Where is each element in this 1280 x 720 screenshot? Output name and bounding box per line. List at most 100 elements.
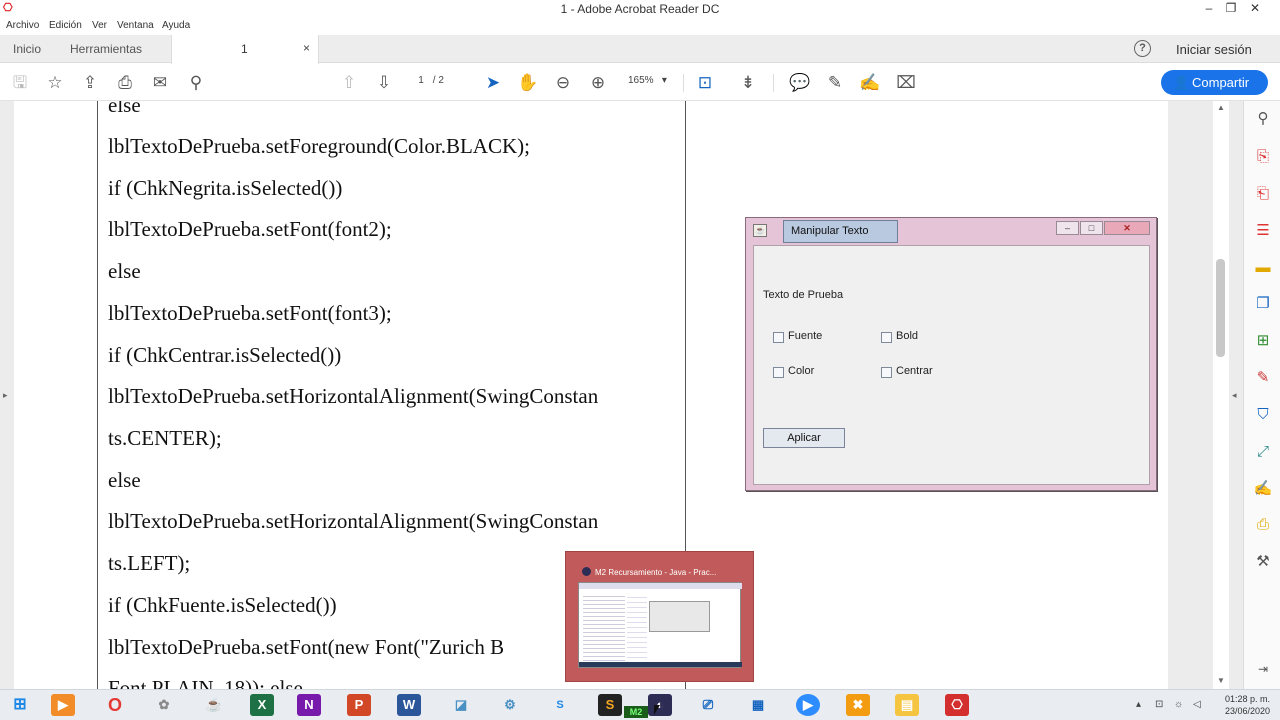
close-tab-icon[interactable]: × bbox=[303, 41, 310, 55]
share-button[interactable]: 👤 Compartir bbox=[1161, 70, 1268, 95]
thumb-code bbox=[583, 593, 625, 663]
java-app-icon[interactable]: ☕ bbox=[202, 694, 226, 716]
calculator-icon[interactable]: ▦ bbox=[746, 694, 770, 716]
zoom-select[interactable]: 165% ▾ bbox=[628, 75, 667, 86]
code-line: ts.LEFT); bbox=[108, 551, 191, 575]
combine-files-icon[interactable]: ❐ bbox=[1253, 294, 1273, 314]
volume-icon[interactable]: ◁ bbox=[1193, 699, 1201, 710]
sublime-icon[interactable]: S bbox=[598, 694, 622, 716]
minimize-button[interactable]: – bbox=[1198, 0, 1220, 18]
java-close-icon: ✕ bbox=[1104, 221, 1150, 235]
eclipse-taskbar-icon[interactable]: ◐ bbox=[648, 694, 672, 716]
tab-herramientas[interactable]: Herramientas bbox=[70, 42, 142, 56]
page-current[interactable]: 1 bbox=[412, 75, 430, 86]
fill-sign-icon[interactable]: ⌧ bbox=[895, 72, 917, 94]
collapse-panel-icon[interactable]: ⇥ bbox=[1253, 659, 1273, 679]
export-pdf-icon[interactable]: ⎗ bbox=[1253, 184, 1273, 204]
settings-tool-icon[interactable]: ⚙ bbox=[498, 694, 522, 716]
optimize-icon[interactable]: ⤢ bbox=[1253, 442, 1273, 462]
xampp-icon[interactable]: ✖ bbox=[846, 694, 870, 716]
edit-pdf-icon[interactable]: ⊞ bbox=[1253, 331, 1273, 351]
fuente-label: Fuente bbox=[788, 330, 823, 342]
preview-title-text: M2 Recursamiento - Java - Prac... bbox=[595, 568, 717, 577]
scroll-thumb[interactable] bbox=[1216, 259, 1225, 357]
clock-time: 01:28 p. m. bbox=[1224, 694, 1270, 704]
mouse-cursor bbox=[654, 705, 660, 715]
right-panel-toggle-icon[interactable]: ◂ bbox=[1232, 390, 1237, 401]
upload-icon[interactable]: ⇪ bbox=[79, 72, 101, 94]
network-tray-icon[interactable]: ⊡ bbox=[1155, 699, 1163, 710]
sign-in-link[interactable]: Iniciar sesión bbox=[1176, 42, 1252, 57]
restore-button[interactable]: ❐ bbox=[1220, 0, 1242, 18]
thumb-taskbar bbox=[579, 662, 742, 667]
wifi-icon[interactable]: ☼ bbox=[1174, 699, 1183, 710]
vertical-scrollbar[interactable]: ▲ ▼ bbox=[1213, 101, 1229, 689]
snagit-icon[interactable]: S bbox=[548, 694, 572, 716]
acrobat-taskbar-icon[interactable]: ⎔ bbox=[945, 694, 969, 716]
hand-tool-icon[interactable]: ✋ bbox=[517, 72, 539, 94]
menu-edicion[interactable]: Edición bbox=[49, 20, 82, 31]
help-icon[interactable]: ? bbox=[1134, 40, 1151, 57]
scroll-up-icon[interactable]: ▲ bbox=[1217, 103, 1225, 112]
code-line: ts.CENTER); bbox=[108, 426, 222, 450]
comment-tool-icon[interactable]: ▬ bbox=[1253, 258, 1273, 278]
protect-icon[interactable]: ⛉ bbox=[1253, 405, 1273, 425]
menu-ventana[interactable]: Ventana bbox=[117, 20, 154, 31]
system-clock[interactable]: 01:28 p. m. 23/06/2020 bbox=[1214, 693, 1270, 717]
left-panel-toggle-icon[interactable]: ▸ bbox=[3, 390, 8, 401]
notepad-icon[interactable]: ◪ bbox=[449, 694, 473, 716]
send-file-icon[interactable]: ⎙ bbox=[1253, 515, 1273, 535]
zoom-tool-icon[interactable]: ⚲ bbox=[1253, 109, 1273, 129]
scroll-down-icon[interactable]: ▼ bbox=[1217, 676, 1225, 685]
java-minimize-icon: – bbox=[1056, 221, 1079, 235]
network-icon[interactable]: ⎚ bbox=[696, 694, 720, 716]
code-line: lblTextoDePrueba.setHorizontalAlignment(… bbox=[108, 509, 599, 533]
fill-sign-tool-icon[interactable]: ✎ bbox=[1253, 368, 1273, 388]
excel-icon[interactable]: X bbox=[250, 694, 274, 716]
menu-ver[interactable]: Ver bbox=[92, 20, 107, 31]
code-line: if (ChkCentrar.isSelected()) bbox=[108, 343, 342, 367]
taskbar-window-preview[interactable]: M2 Recursamiento - Java - Prac... bbox=[565, 551, 754, 682]
centrar-label: Centrar bbox=[896, 365, 933, 377]
java-content-pane: Texto de Prueba Fuente Bold Color Centra… bbox=[753, 245, 1150, 485]
bookmark-star-icon[interactable]: ☆ bbox=[44, 72, 66, 94]
save-icon[interactable]: 🖫 bbox=[9, 72, 31, 94]
create-pdf-icon[interactable]: ⎘ bbox=[1253, 147, 1273, 167]
print-icon[interactable]: ⎙ bbox=[114, 72, 136, 94]
search-icon[interactable]: ⚲ bbox=[185, 72, 207, 94]
tray-expand-icon[interactable]: ▴ bbox=[1136, 699, 1141, 710]
onenote-icon[interactable]: N bbox=[297, 694, 321, 716]
windows-start-icon[interactable]: ⊞ bbox=[8, 694, 32, 716]
page-indicator[interactable]: 1 / 2 bbox=[412, 75, 444, 86]
close-window-button[interactable]: ✕ bbox=[1244, 0, 1266, 18]
select-cursor-icon[interactable]: ➤ bbox=[482, 72, 504, 94]
opera-icon[interactable]: O bbox=[103, 694, 127, 716]
page-fit-icon[interactable]: ⊡ bbox=[694, 72, 716, 94]
tab-document[interactable]: 1 × bbox=[171, 35, 319, 64]
paint-icon[interactable]: ✿ bbox=[152, 694, 176, 716]
media-player-icon[interactable]: ▶ bbox=[51, 694, 75, 716]
color-checkbox bbox=[773, 367, 784, 378]
menu-archivo[interactable]: Archivo bbox=[6, 20, 39, 31]
sign-icon[interactable]: ✍ bbox=[859, 72, 881, 94]
preview-thumbnail[interactable] bbox=[578, 582, 742, 668]
zoom-in-icon[interactable]: ⊕ bbox=[587, 72, 609, 94]
powerpoint-icon[interactable]: P bbox=[347, 694, 371, 716]
zoom-app-icon[interactable]: ▶ bbox=[796, 694, 820, 716]
zoom-out-icon[interactable]: ⊖ bbox=[552, 72, 574, 94]
more-tools-icon[interactable]: ⚒ bbox=[1253, 552, 1273, 572]
word-icon[interactable]: W bbox=[397, 694, 421, 716]
tab-inicio[interactable]: Inicio bbox=[13, 42, 41, 56]
scroll-mode-icon[interactable]: ⇟ bbox=[737, 72, 759, 94]
email-icon[interactable]: ✉ bbox=[149, 72, 171, 94]
organize-pages-icon[interactable]: ☰ bbox=[1253, 221, 1273, 241]
code-line: if (ChkFuente.isSelected()) bbox=[108, 593, 337, 617]
send-for-signature-icon[interactable]: ✍ bbox=[1253, 479, 1273, 499]
menu-ayuda[interactable]: Ayuda bbox=[162, 20, 190, 31]
file-explorer-icon[interactable]: ▤ bbox=[895, 694, 919, 716]
highlight-pen-icon[interactable]: ✎ bbox=[824, 72, 846, 94]
page-up-icon[interactable]: ⇧ bbox=[338, 72, 360, 94]
page-down-icon[interactable]: ⇩ bbox=[373, 72, 395, 94]
comment-icon[interactable]: 💬 bbox=[789, 72, 811, 94]
share-label: Compartir bbox=[1192, 75, 1250, 90]
